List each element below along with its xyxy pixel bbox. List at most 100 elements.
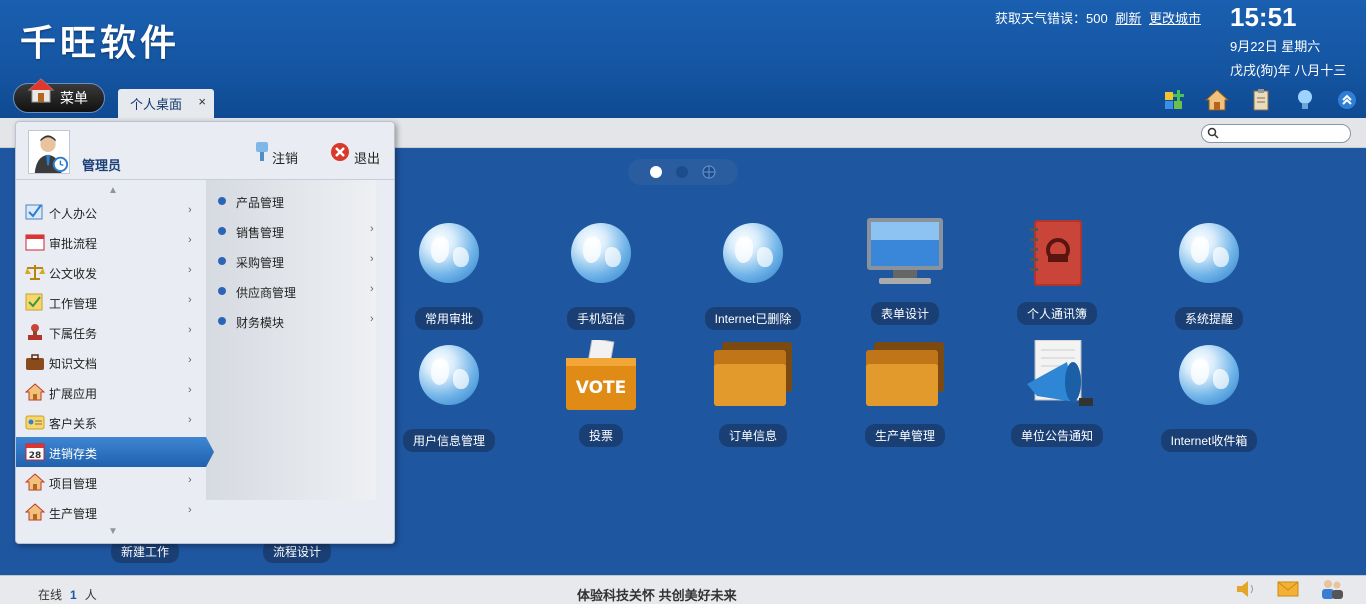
- menu-item-personal-office[interactable]: 个人办公 ›: [16, 197, 206, 227]
- app-label: 生产单管理: [864, 424, 945, 447]
- chevron-right-icon: ›: [188, 264, 192, 276]
- header-bar: 千旺软件 获取天气错误：500 刷新 更改城市 15:51 9月22日 星期六 …: [0, 0, 1366, 118]
- app-order-info[interactable]: 订单信息: [693, 340, 813, 447]
- chevron-right-icon: ›: [188, 324, 192, 336]
- menu-item-subordinate-tasks[interactable]: 下属任务 ›: [16, 317, 206, 347]
- menu-item-approval-flow[interactable]: 审批流程 ›: [16, 227, 206, 257]
- users-icon[interactable]: [1320, 578, 1344, 600]
- submenu-item-purchase[interactable]: 采购管理 ›: [206, 246, 376, 276]
- app-label: 手机短信: [566, 307, 635, 330]
- change-city-link[interactable]: 更改城市: [1149, 11, 1201, 26]
- bullet-icon: [218, 287, 226, 295]
- online-users[interactable]: 在线 1 人: [38, 586, 97, 603]
- slogan: 体验科技关怀 共创美好未来: [577, 588, 737, 603]
- submenu-item-supplier[interactable]: 供应商管理 ›: [206, 276, 376, 306]
- page-switcher: [628, 159, 738, 185]
- folder-icon: [866, 342, 944, 406]
- app-internet-inbox[interactable]: Internet收件箱: [1149, 340, 1269, 452]
- submenu-item-finance[interactable]: 财务模块 ›: [206, 306, 376, 336]
- app-sms[interactable]: 手机短信: [541, 218, 661, 330]
- app-label: 订单信息: [718, 424, 787, 447]
- username: 管理员: [82, 158, 122, 173]
- menu-item-production-management[interactable]: 生产管理 ›: [16, 497, 206, 527]
- bulb-icon[interactable]: [1293, 88, 1317, 112]
- menu-item-extended-apps[interactable]: 扩展应用 ›: [16, 377, 206, 407]
- menu-item-documents[interactable]: 公文收发 ›: [16, 257, 206, 287]
- svg-text:28: 28: [29, 451, 42, 461]
- quit-label: 退出: [354, 151, 381, 166]
- home-icon: [28, 78, 54, 103]
- globe-icon: [419, 223, 479, 283]
- calendar-28-icon: 28: [25, 443, 45, 461]
- checkbox-icon: [25, 204, 43, 220]
- start-menu-label: 菜单: [60, 90, 88, 106]
- online-count: 1: [70, 588, 77, 602]
- chevron-right-icon: ›: [188, 414, 192, 426]
- logout-label: 注销: [272, 151, 299, 166]
- globe-icon: [1179, 345, 1239, 405]
- menu-item-project-management[interactable]: 项目管理 ›: [16, 467, 206, 497]
- globe-icon: [571, 223, 631, 283]
- start-menu-button[interactable]: 菜单: [13, 78, 105, 113]
- speaker-icon[interactable]: [1235, 579, 1257, 599]
- menu-item-work-management[interactable]: 工作管理 ›: [16, 287, 206, 317]
- vote-box-icon: VOTE: [566, 337, 636, 410]
- app-form-design[interactable]: 表单设计: [845, 218, 965, 325]
- briefcase-icon: [26, 354, 44, 370]
- date-solar: 9月22日 星期六: [1230, 39, 1321, 54]
- app-user-info[interactable]: 用户信息管理: [389, 340, 509, 452]
- mail-icon[interactable]: [1277, 580, 1299, 598]
- app-common-approval[interactable]: 常用审批: [389, 218, 509, 330]
- date-lunar: 戊戌(狗)年 八月十三: [1230, 63, 1347, 78]
- house-icon: [25, 473, 45, 491]
- menu-item-knowledge-docs[interactable]: 知识文档 ›: [16, 347, 206, 377]
- page-dot-2[interactable]: [676, 166, 688, 178]
- app-internet-deleted[interactable]: Internet已删除: [693, 218, 813, 330]
- logout-button[interactable]: 注销: [256, 142, 299, 167]
- quit-button[interactable]: 退出: [331, 143, 381, 167]
- clipboard-icon[interactable]: [1249, 88, 1273, 112]
- close-icon[interactable]: ×: [198, 94, 206, 109]
- submenu-item-sales[interactable]: 销售管理 ›: [206, 216, 376, 246]
- chevron-right-icon: ›: [188, 504, 192, 516]
- scale-icon: [25, 265, 45, 280]
- chevron-right-icon: ›: [188, 384, 192, 396]
- app-announcement[interactable]: 单位公告通知: [997, 339, 1117, 447]
- collapse-up-icon[interactable]: [1337, 90, 1357, 110]
- app-label: 个人通讯簿: [1016, 302, 1097, 325]
- start-menu-panel: 管理员 注销 退出 ▲ 个人办公› 审批流程› 公文收发› 工作管理›: [15, 121, 395, 544]
- chevron-right-icon: ›: [370, 253, 374, 265]
- app-label: 单位公告通知: [1010, 424, 1103, 447]
- app-label: 系统提醒: [1174, 307, 1243, 330]
- chevron-right-icon: ›: [188, 234, 192, 246]
- menu-item-inventory[interactable]: 28 进销存类: [16, 437, 214, 467]
- key-icon: [256, 142, 268, 161]
- add-widget-icon[interactable]: [1163, 88, 1187, 112]
- home-settings-icon[interactable]: [1205, 88, 1229, 112]
- tab-personal-desktop[interactable]: 个人桌面 ×: [118, 89, 214, 118]
- weather-refresh-link[interactable]: 刷新: [1115, 11, 1141, 26]
- globe-icon: [723, 223, 783, 283]
- app-label: Internet收件箱: [1160, 429, 1258, 452]
- tab-label: 个人桌面: [130, 97, 183, 112]
- search-input[interactable]: [1201, 124, 1351, 143]
- house-icon: [25, 503, 45, 521]
- app-address-book[interactable]: 个人通讯簿: [997, 218, 1117, 325]
- app-label: 常用审批: [414, 307, 483, 330]
- app-vote[interactable]: VOTE 投票: [541, 337, 661, 447]
- status-bar: 在线 1 人 体验科技关怀 共创美好未来: [0, 575, 1366, 604]
- page-dot-1[interactable]: [650, 166, 662, 178]
- app-production-order[interactable]: 生产单管理: [845, 340, 965, 447]
- folder-icon: [714, 342, 792, 406]
- start-menu-header: 管理员 注销 退出: [16, 122, 394, 180]
- app-system-reminder[interactable]: 系统提醒: [1149, 218, 1269, 330]
- stamp-icon: [28, 324, 42, 340]
- scroll-down-arrow[interactable]: ▼: [108, 526, 124, 537]
- search-icon: [1207, 127, 1219, 139]
- app-label: 用户信息管理: [402, 429, 495, 452]
- chevron-right-icon: ›: [188, 204, 192, 216]
- menu-item-customer-relations[interactable]: 客户关系 ›: [16, 407, 206, 437]
- scroll-up-arrow[interactable]: ▲: [108, 185, 124, 196]
- all-pages-icon[interactable]: [702, 165, 716, 179]
- submenu-item-product[interactable]: 产品管理: [206, 186, 376, 216]
